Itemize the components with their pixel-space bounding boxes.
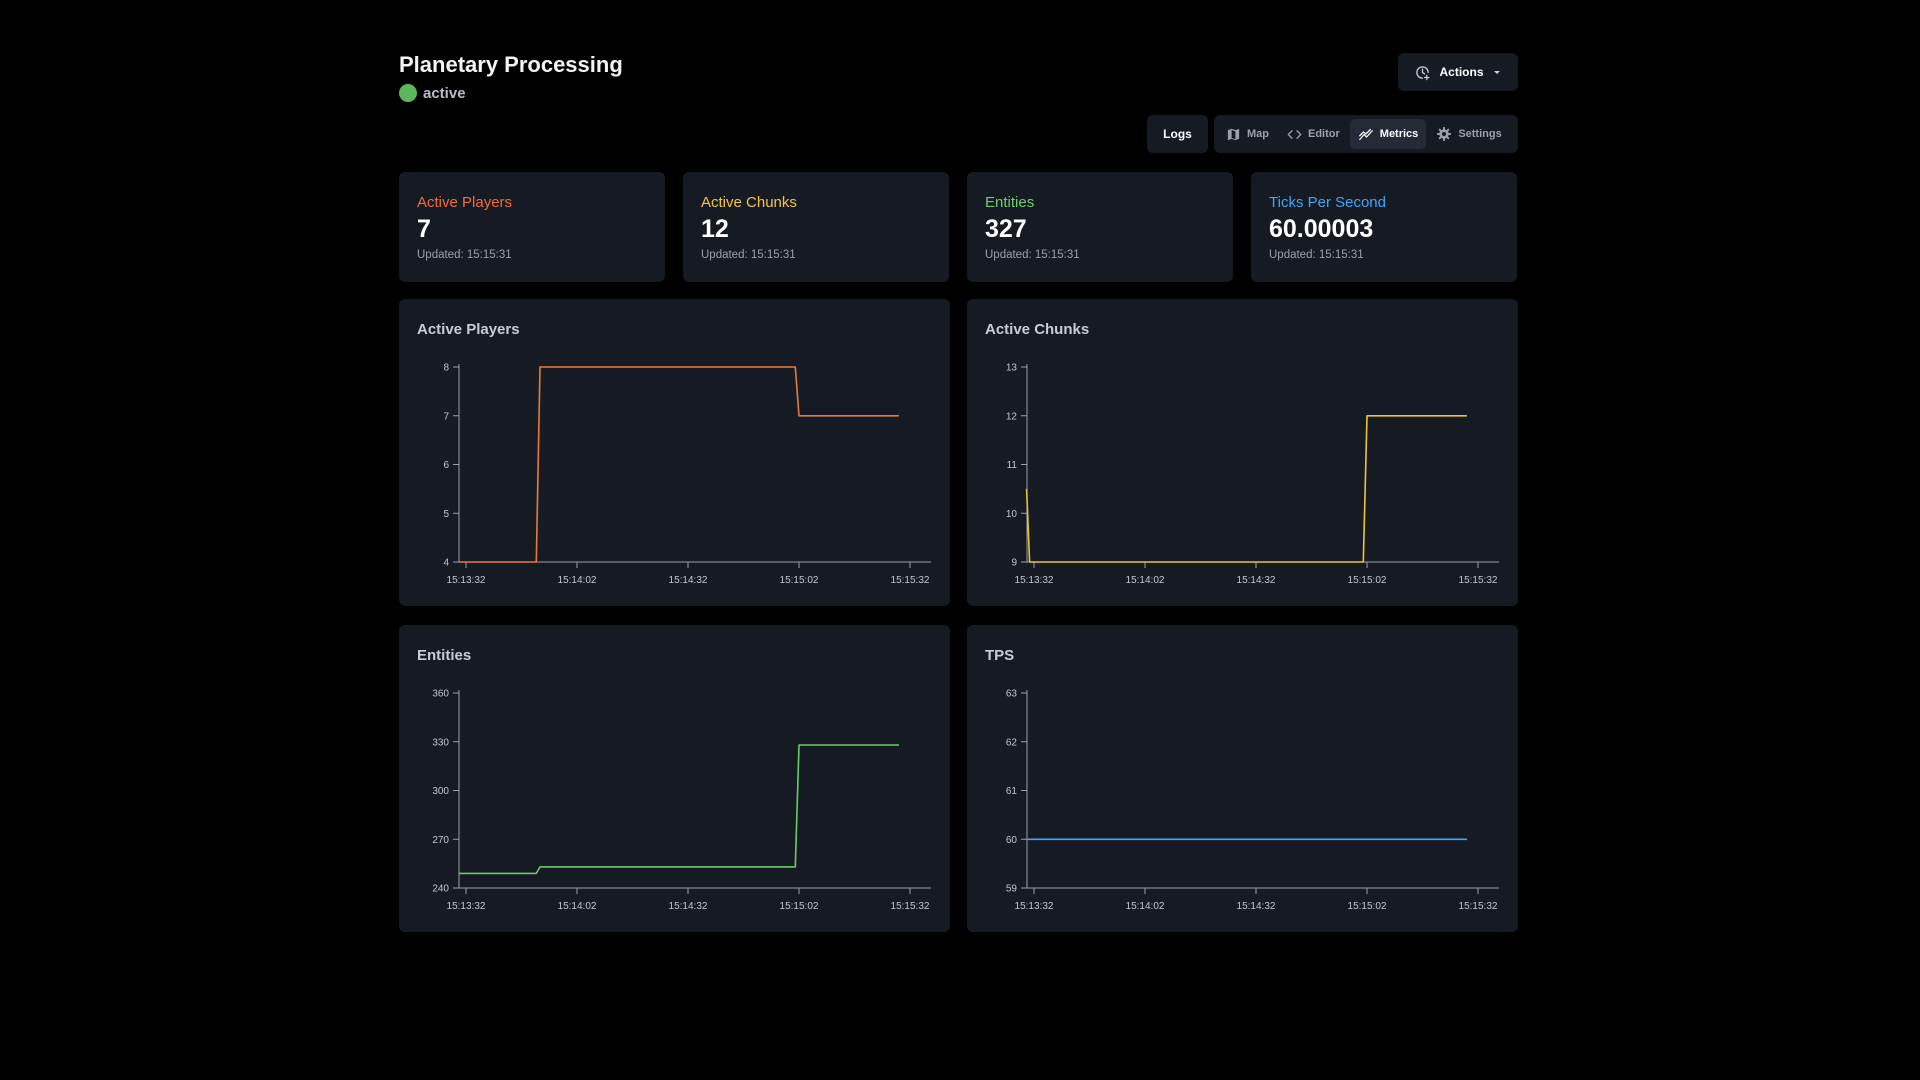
x-tick-label: 15:14:02 — [558, 901, 597, 912]
stat-card-entities: Entities 327 Updated: 15:15:31 — [967, 172, 1233, 282]
stat-updated: Updated: 15:15:31 — [1269, 249, 1364, 261]
stat-card-ticks-per-second: Ticks Per Second 60.00003 Updated: 15:15… — [1251, 172, 1517, 282]
caret-down-icon — [1493, 71, 1500, 74]
stat-title: Ticks Per Second — [1269, 194, 1386, 211]
x-tick-label: 15:15:32 — [1459, 901, 1498, 912]
chart-card-active-players: Active Players 4 5 6 7 8 15:13:32 15:14:02 15:1… — [399, 299, 950, 606]
active-chunks-chart: 9 10 11 12 13 15:13:32 15:14:02 15:14:32 15:15:0… — [1006, 363, 1499, 586]
x-tick-label: 15:14:32 — [1237, 901, 1276, 912]
stat-title: Active Chunks — [701, 194, 797, 211]
logs-button[interactable]: Logs — [1147, 115, 1208, 153]
y-tick-label: 12 — [1006, 411, 1018, 422]
chart-card-tps: TPS 59 60 61 62 63 15:13:32 15:14:02 15:14:32 15… — [967, 625, 1518, 932]
x-tick-label: 15:13:32 — [1015, 575, 1054, 586]
y-tick-label: 330 — [432, 737, 449, 748]
y-tick-label: 270 — [432, 835, 449, 846]
x-tick-label: 15:14:32 — [1237, 575, 1276, 586]
tps-chart: 59 60 61 62 63 15:13:32 15:14:02 15:14:32 15:15:… — [1006, 689, 1499, 912]
series-line — [458, 744, 899, 875]
stat-card-active-chunks: Active Chunks 12 Updated: 15:15:31 — [683, 172, 949, 282]
x-tick-label: 15:14:02 — [1126, 901, 1165, 912]
tab-settings-label: Settings — [1458, 128, 1502, 140]
y-tick-label: 7 — [443, 411, 449, 422]
y-tick-label: 6 — [443, 460, 449, 471]
stat-updated: Updated: 15:15:31 — [985, 249, 1080, 261]
x-tick-label: 15:15:02 — [1348, 575, 1387, 586]
stat-value: 327 — [985, 215, 1027, 243]
actions-dropdown-button[interactable]: Actions — [1398, 53, 1518, 91]
tab-map[interactable]: Map — [1218, 119, 1277, 149]
tab-metrics-label: Metrics — [1379, 128, 1419, 140]
code-icon — [1287, 129, 1302, 139]
x-tick-label: 15:15:32 — [891, 901, 930, 912]
stat-title: Entities — [985, 194, 1035, 211]
status-label: active — [423, 84, 466, 102]
y-tick-label: 13 — [1006, 363, 1018, 374]
stat-value: 7 — [417, 215, 431, 243]
y-tick-label: 10 — [1006, 509, 1018, 520]
project-title: Planetary Processing — [399, 52, 623, 77]
y-tick-label: 4 — [443, 558, 449, 569]
chart-line-icon — [1358, 128, 1373, 140]
logs-label: Logs — [1163, 127, 1192, 141]
tab-editor-label: Editor — [1308, 128, 1340, 140]
x-tick-label: 15:14:02 — [558, 575, 597, 586]
actions-label: Actions — [1439, 65, 1484, 79]
y-tick-label: 300 — [432, 786, 449, 797]
y-tick-label: 240 — [432, 884, 449, 895]
tab-editor[interactable]: Editor — [1279, 119, 1348, 149]
x-tick-label: 15:14:32 — [669, 901, 708, 912]
chart-card-entities: Entities 240 270 300 330 360 15:13:32 15:14:02… — [399, 625, 950, 932]
stat-updated: Updated: 15:15:31 — [417, 249, 512, 261]
gear-icon — [1437, 127, 1452, 141]
y-tick-label: 5 — [443, 509, 449, 520]
tab-map-label: Map — [1247, 128, 1269, 140]
project-clock-icon — [1416, 65, 1430, 80]
x-tick-label: 15:15:32 — [1459, 575, 1498, 586]
y-tick-label: 62 — [1006, 737, 1018, 748]
entities-chart: 240 270 300 330 360 15:13:32 15:14:02 15:14:32 1… — [432, 689, 931, 912]
x-tick-label: 15:15:32 — [891, 575, 930, 586]
x-tick-label: 15:15:02 — [780, 901, 819, 912]
chart-card-active-chunks: Active Chunks 9 10 11 12 13 15:13:32 15:14:02 1… — [967, 299, 1518, 606]
x-tick-label: 15:13:32 — [1015, 901, 1054, 912]
y-tick-label: 9 — [1011, 558, 1017, 569]
series-line — [1025, 415, 1467, 563]
project-status: active — [399, 84, 466, 102]
stat-value: 12 — [701, 215, 729, 243]
y-tick-label: 63 — [1006, 689, 1018, 700]
series-line — [458, 366, 899, 563]
tab-metrics[interactable]: Metrics — [1349, 119, 1427, 149]
stat-value: 60.00003 — [1269, 215, 1374, 243]
stat-updated: Updated: 15:15:31 — [701, 249, 796, 261]
x-tick-label: 15:13:32 — [447, 901, 486, 912]
x-tick-label: 15:15:02 — [1348, 901, 1387, 912]
x-tick-label: 15:14:32 — [669, 575, 708, 586]
y-tick-label: 59 — [1006, 884, 1018, 895]
y-tick-label: 61 — [1006, 786, 1018, 797]
x-tick-label: 15:14:02 — [1126, 575, 1165, 586]
active-players-chart: 4 5 6 7 8 15:13:32 15:14:02 15:14:32 15:15:02 15:… — [443, 363, 931, 586]
tab-settings[interactable]: Settings — [1428, 119, 1509, 149]
view-tabs: Map Editor Metrics Settings — [1214, 115, 1518, 153]
stat-title: Active Players — [417, 194, 513, 211]
x-tick-label: 15:13:32 — [447, 575, 486, 586]
x-tick-label: 15:15:02 — [780, 575, 819, 586]
status-indicator-icon — [399, 84, 417, 102]
map-icon — [1227, 128, 1240, 140]
stat-card-active-players: Active Players 7 Updated: 15:15:31 — [399, 172, 665, 282]
y-tick-label: 8 — [443, 363, 449, 374]
y-tick-label: 60 — [1006, 835, 1018, 846]
y-tick-label: 360 — [432, 689, 449, 700]
y-tick-label: 11 — [1007, 460, 1018, 471]
